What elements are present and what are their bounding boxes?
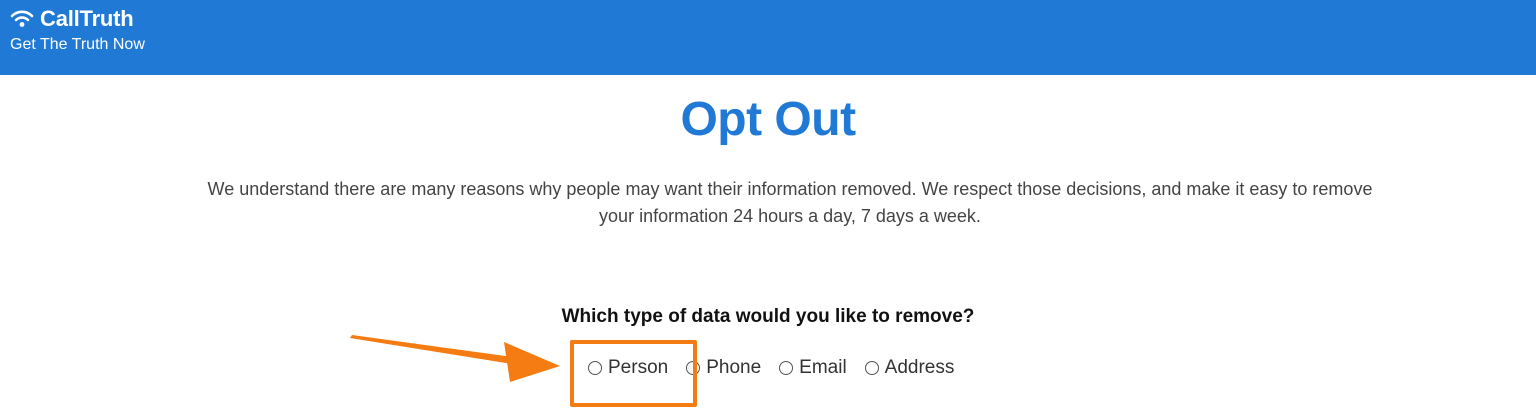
option-address-label: Address [884, 357, 955, 378]
brand-name: CallTruth [40, 6, 134, 31]
option-email[interactable]: Email [779, 357, 847, 379]
radio-address[interactable] [864, 361, 879, 375]
option-phone-label: Phone [706, 357, 762, 378]
radio-email[interactable] [779, 361, 794, 375]
site-header: CallTruth Get The Truth Now [0, 0, 1536, 75]
intro-text: We understand there are many reasons why… [207, 179, 1373, 226]
wifi-icon [10, 10, 34, 27]
option-email-label: Email [799, 357, 847, 378]
option-address[interactable]: Address [864, 357, 955, 379]
option-phone[interactable]: Phone [686, 357, 761, 379]
page-title: Opt Out [680, 93, 856, 146]
brand-logo-link[interactable]: CallTruth [10, 6, 134, 32]
data-type-question: Which type of data would you like to rem… [561, 306, 975, 327]
highlight-box [570, 340, 697, 407]
arrow-right-icon [350, 335, 560, 382]
brand-tagline: Get The Truth Now [10, 36, 145, 53]
